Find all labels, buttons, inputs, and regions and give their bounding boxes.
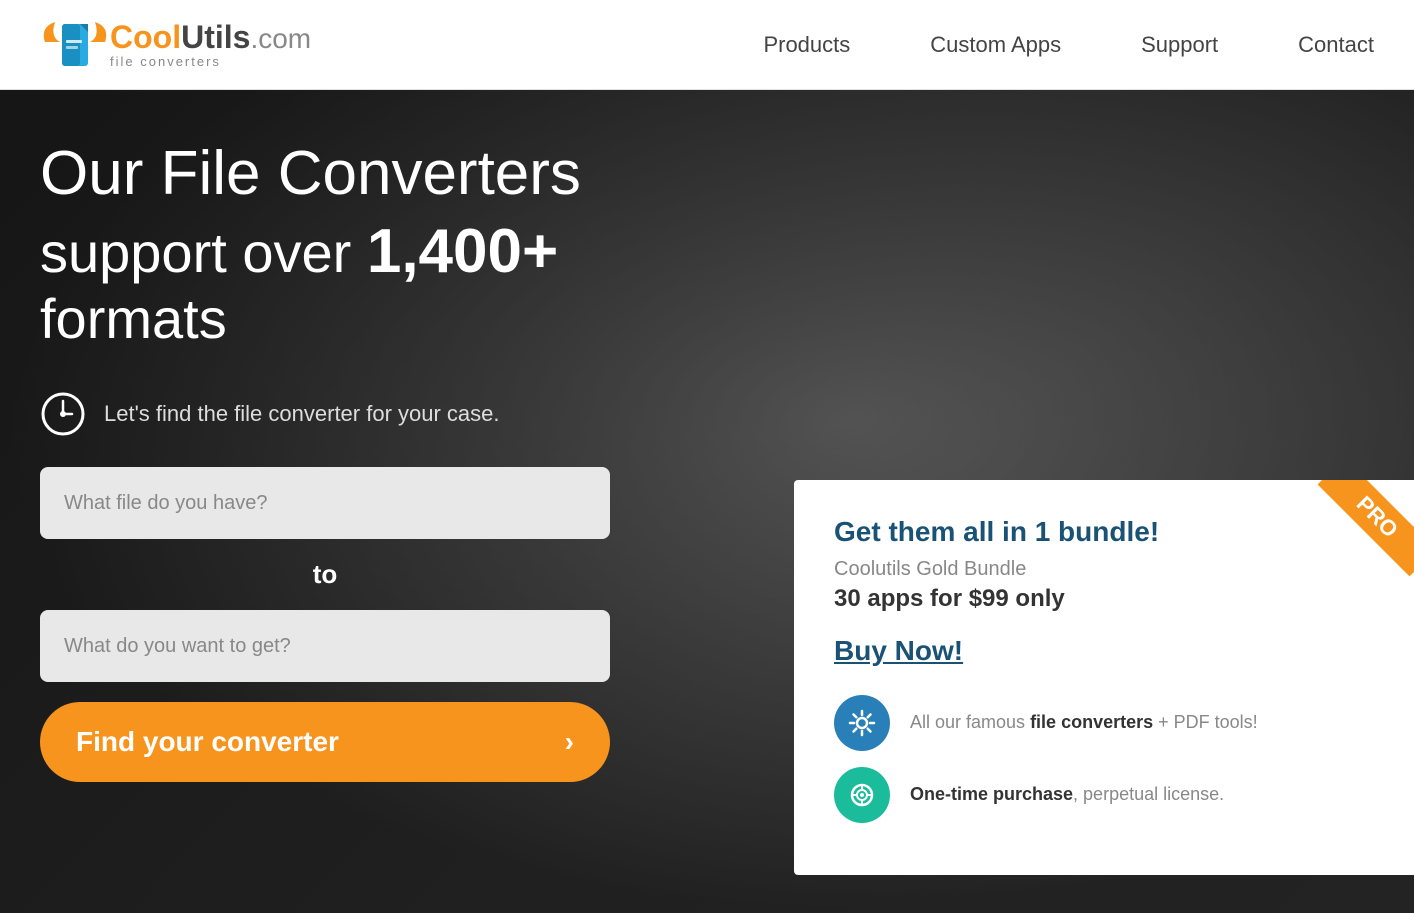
nav-contact[interactable]: Contact	[1298, 32, 1374, 58]
convert-input-placeholder: What do you want to get?	[64, 635, 291, 658]
find-btn-arrow-icon: ›	[565, 726, 574, 758]
pro-ribbon: PRO	[1304, 480, 1414, 590]
file-input-placeholder: What file do you have?	[64, 492, 267, 515]
logo-icon	[40, 12, 110, 77]
promo-card: PRO Get them all in 1 bundle! Coolutils …	[794, 480, 1414, 875]
logo-text: CoolUtils.com file converters	[110, 20, 311, 69]
feature-1-end: + PDF tools!	[1153, 712, 1258, 732]
feature-2-end: , perpetual license.	[1073, 784, 1224, 804]
hero-content: Our File Converters support over 1,400+ …	[40, 140, 780, 782]
feature-text-2: One-time purchase, perpetual license.	[910, 782, 1224, 807]
logo[interactable]: CoolUtils.com file converters	[40, 12, 311, 77]
hero-subtitle-start: support over	[40, 221, 367, 284]
bundle-subtitle: Coolutils Gold Bundle	[834, 558, 1374, 581]
bundle-title: Get them all in 1 bundle!	[834, 516, 1374, 548]
hero-desc-row: Let's find the file converter for your c…	[40, 391, 780, 437]
hero-count: 1,400+	[367, 217, 558, 286]
buy-now-link[interactable]: Buy Now!	[834, 635, 1374, 667]
main-nav: Products Custom Apps Support Contact	[763, 32, 1374, 58]
hero-title: Our File Converters	[40, 140, 780, 208]
hero-desc-text: Let's find the file converter for your c…	[104, 401, 500, 427]
site-header: CoolUtils.com file converters Products C…	[0, 0, 1414, 90]
feature-1-start: All our famous	[910, 712, 1030, 732]
feature-text-1: All our famous file converters + PDF too…	[910, 710, 1258, 735]
nav-products[interactable]: Products	[763, 32, 850, 58]
hero-subtitle: support over 1,400+	[40, 218, 780, 286]
gear-icon	[848, 709, 876, 737]
file-input-box[interactable]: What file do you have?	[40, 467, 610, 539]
hero-section: Our File Converters support over 1,400+ …	[0, 90, 1414, 913]
chart-icon	[848, 781, 876, 809]
nav-support[interactable]: Support	[1141, 32, 1218, 58]
logo-utils: Utils	[181, 19, 250, 55]
to-label: to	[40, 559, 610, 590]
feature-row-2: One-time purchase, perpetual license.	[834, 767, 1374, 823]
feature-icon-chart	[834, 767, 890, 823]
bundle-price: 30 apps for $99 only	[834, 585, 1374, 613]
find-converter-button[interactable]: Find your converter ›	[40, 702, 610, 782]
clock-icon	[40, 391, 86, 437]
logo-cool: Cool	[110, 19, 181, 55]
nav-custom-apps[interactable]: Custom Apps	[930, 32, 1061, 58]
pro-ribbon-label: PRO	[1318, 480, 1414, 576]
find-btn-label: Find your converter	[76, 726, 339, 758]
feature-icon-gear	[834, 695, 890, 751]
hero-formats: formats	[40, 286, 780, 351]
convert-input-box[interactable]: What do you want to get?	[40, 610, 610, 682]
logo-com: .com	[250, 23, 311, 54]
logo-subtitle: file converters	[110, 55, 311, 69]
feature-row-1: All our famous file converters + PDF too…	[834, 695, 1374, 751]
feature-1-bold: file converters	[1030, 712, 1153, 732]
feature-2-bold: One-time purchase	[910, 784, 1073, 804]
